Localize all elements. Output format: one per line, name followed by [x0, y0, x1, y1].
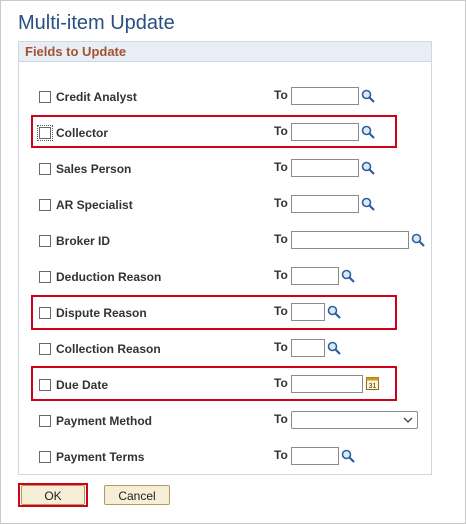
field-row-payment-terms: Payment Terms To	[19, 447, 431, 469]
lookup-icon[interactable]	[411, 233, 425, 247]
collection-reason-input[interactable]	[291, 339, 325, 357]
to-label: To	[274, 160, 288, 174]
field-label: AR Specialist	[56, 198, 133, 212]
ar-specialist-input[interactable]	[291, 195, 359, 213]
field-label: Payment Terms	[56, 450, 145, 464]
lookup-icon[interactable]	[341, 269, 355, 283]
to-label: To	[274, 232, 288, 246]
cancel-button[interactable]: Cancel	[104, 485, 170, 505]
field-label: Sales Person	[56, 162, 132, 176]
to-label: To	[274, 88, 288, 102]
payment-terms-input[interactable]	[291, 447, 339, 465]
field-row-broker-id: Broker ID To	[19, 231, 431, 253]
highlight-due-date	[31, 366, 397, 401]
lookup-icon[interactable]	[361, 197, 375, 211]
payment-method-select[interactable]	[291, 411, 418, 429]
credit-analyst-input[interactable]	[291, 87, 359, 105]
checkbox-broker-id[interactable]	[39, 235, 51, 247]
field-label: Payment Method	[56, 414, 153, 428]
highlight-collector	[31, 115, 397, 148]
checkbox-credit-analyst[interactable]	[39, 91, 51, 103]
checkbox-payment-method[interactable]	[39, 415, 51, 427]
page-title: Multi-item Update	[18, 12, 175, 34]
checkbox-payment-terms[interactable]	[39, 451, 51, 463]
deduction-reason-input[interactable]	[291, 267, 339, 285]
to-label: To	[274, 448, 288, 462]
field-row-deduction-reason: Deduction Reason To	[19, 267, 431, 289]
checkbox-deduction-reason[interactable]	[39, 271, 51, 283]
checkbox-ar-specialist[interactable]	[39, 199, 51, 211]
field-label: Credit Analyst	[56, 90, 137, 104]
lookup-icon[interactable]	[361, 89, 375, 103]
lookup-icon[interactable]	[327, 341, 341, 355]
field-label: Deduction Reason	[56, 270, 162, 284]
field-row-credit-analyst: Credit Analyst To	[19, 87, 431, 109]
to-label: To	[274, 196, 288, 210]
lookup-icon[interactable]	[361, 161, 375, 175]
field-row-collection-reason: Collection Reason To	[19, 339, 431, 361]
group-header: Fields to Update	[19, 42, 431, 62]
field-row-sales-person: Sales Person To	[19, 159, 431, 181]
broker-id-input[interactable]	[291, 231, 409, 249]
fields-to-update-group: Fields to Update Credit Analyst To Colle…	[18, 41, 432, 475]
chevron-down-icon	[403, 417, 413, 423]
field-row-ar-specialist: AR Specialist To	[19, 195, 431, 217]
field-label: Broker ID	[56, 234, 111, 248]
field-row-payment-method: Payment Method To	[19, 411, 431, 433]
checkbox-sales-person[interactable]	[39, 163, 51, 175]
to-label: To	[274, 412, 288, 426]
lookup-icon[interactable]	[341, 449, 355, 463]
sales-person-input[interactable]	[291, 159, 359, 177]
highlight-dispute-reason	[31, 295, 397, 330]
checkbox-collection-reason[interactable]	[39, 343, 51, 355]
ok-button[interactable]: OK	[21, 485, 85, 505]
field-label: Collection Reason	[56, 342, 161, 356]
to-label: To	[274, 268, 288, 282]
to-label: To	[274, 340, 288, 354]
